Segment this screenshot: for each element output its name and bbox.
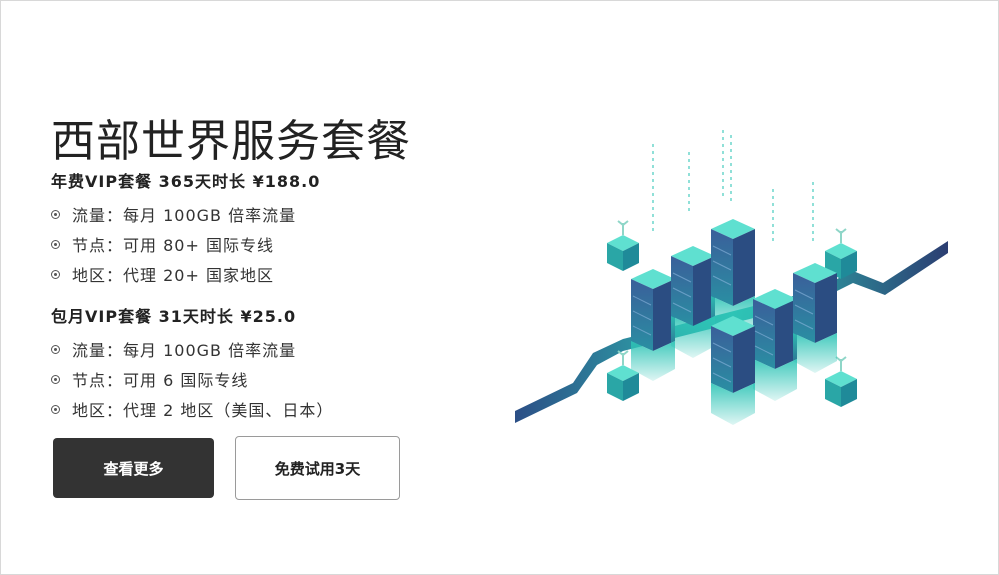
feature-text: 流量：每月 100GB 倍率流量 [72,341,297,360]
plan-annual: 年费VIP套餐 365天时长 ¥188.0 流量：每月 100GB 倍率流量 节… [51,171,320,289]
plan-name: 年费VIP套餐 365天时长 ¥188.0 [51,172,321,191]
bullet-icon [51,239,60,249]
feature-list: 流量：每月 100GB 倍率流量 节点：可用 6 国际专线 地区：代理 2 地区… [51,334,333,424]
feature-list: 流量：每月 100GB 倍率流量 节点：可用 80+ 国际专线 地区：代理 20… [51,199,320,289]
bullet-icon [51,404,60,414]
plan-name: 包月VIP套餐 31天时长 ¥25.0 [51,307,297,326]
bullet-icon [51,374,60,384]
list-item: 流量：每月 100GB 倍率流量 [51,334,333,364]
bullet-icon [51,269,60,279]
pricing-section: 西部世界服务套餐 年费VIP套餐 365天时长 ¥188.0 流量：每月 100… [0,0,999,575]
page-title: 西部世界服务套餐 [51,116,411,168]
feature-text: 流量：每月 100GB 倍率流量 [72,206,297,225]
plan-monthly: 包月VIP套餐 31天时长 ¥25.0 流量：每月 100GB 倍率流量 节点：… [51,306,333,424]
bullet-icon [51,209,60,219]
feature-text: 节点：可用 6 国际专线 [72,371,249,390]
free-trial-button[interactable]: 免费试用3天 [235,436,400,500]
list-item: 流量：每月 100GB 倍率流量 [51,199,320,229]
feature-text: 地区：代理 20+ 国家地区 [72,266,274,285]
bullet-icon [51,344,60,354]
list-item: 地区：代理 2 地区（美国、日本） [51,394,333,424]
list-item: 节点：可用 6 国际专线 [51,364,333,394]
server-illustration-icon [513,121,953,431]
feature-text: 节点：可用 80+ 国际专线 [72,236,274,255]
feature-text: 地区：代理 2 地区（美国、日本） [72,401,334,420]
list-item: 地区：代理 20+ 国家地区 [51,259,320,289]
view-more-button[interactable]: 查看更多 [53,438,214,498]
list-item: 节点：可用 80+ 国际专线 [51,229,320,259]
